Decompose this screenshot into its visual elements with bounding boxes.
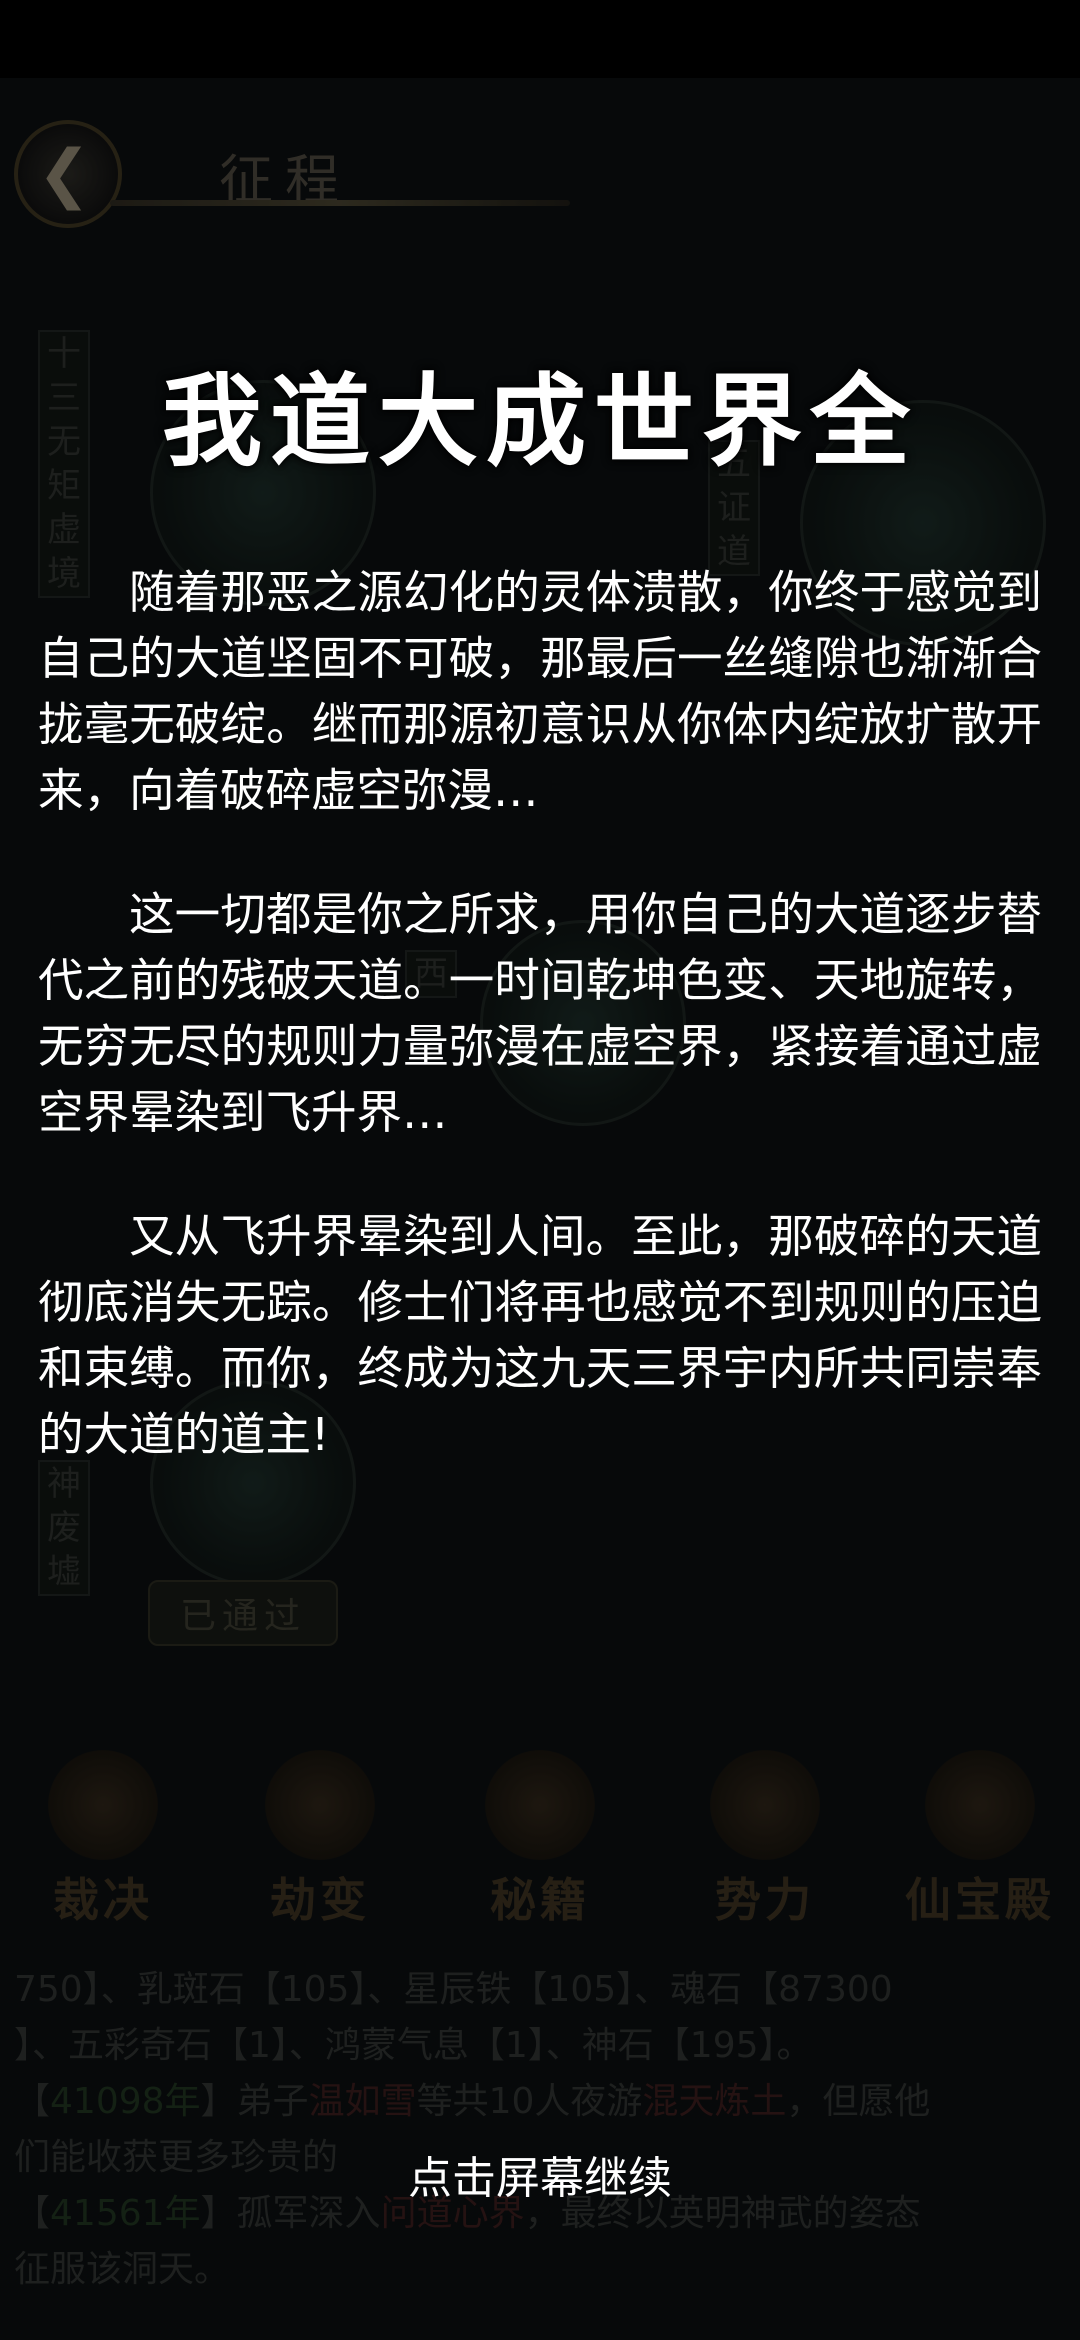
continue-hint[interactable]: 点击屏幕继续	[0, 2142, 1080, 2206]
story-paragraph: 这一切都是你之所求，用你自己的大道逐步替代之前的残破天道。一时间乾坤色变、天地旋…	[38, 888, 1042, 1139]
story-paragraph: 又从飞升界晕染到人间。至此，那破碎的天道彻底消失无踪。修士们将再也感觉不到规则的…	[38, 1210, 1042, 1461]
story-text: 随着那恶之源幻化的灵体溃散，你终于感觉到自己的大道坚固不可破，那最后一丝缝隙也渐…	[38, 560, 1042, 1526]
story-title: 我道大成世界全	[162, 362, 918, 480]
story-paragraph: 随着那恶之源幻化的灵体溃散，你终于感觉到自己的大道坚固不可破，那最后一丝缝隙也渐…	[38, 566, 1042, 817]
